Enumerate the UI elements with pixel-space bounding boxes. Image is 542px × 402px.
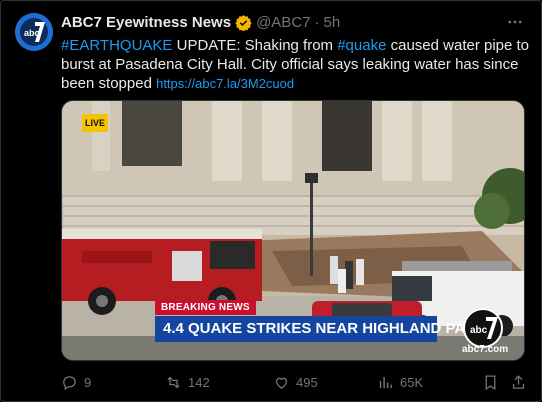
views-icon — [379, 376, 392, 388]
like-button[interactable]: 495 — [273, 373, 318, 391]
separator: · — [314, 13, 320, 31]
action-bar: 9 142 495 65K — [61, 373, 531, 391]
live-badge: LIVE — [82, 114, 108, 132]
bookmark-button[interactable] — [482, 373, 499, 391]
author-name[interactable]: ABC7 Eyewitness News — [61, 14, 231, 31]
news-headline: 4.4 QUAKE STRIKES NEAR HIGHLAND PARK — [155, 316, 487, 342]
tweet-text: #EARTHQUAKE UPDATE: Shaking from #quake … — [61, 36, 531, 93]
like-count: 495 — [296, 374, 318, 390]
reply-button[interactable]: 9 — [61, 373, 91, 391]
verified-badge-icon — [235, 14, 252, 31]
views-button[interactable]: 65K — [377, 373, 423, 391]
share-icon — [512, 374, 525, 389]
svg-text:abc: abc — [470, 325, 488, 336]
tweet-text-part1: UPDATE: Shaking from — [172, 37, 338, 54]
like-icon — [275, 377, 288, 389]
media-image[interactable]: LIVE BREAKING NEWS 4.4 QUAKE STRIKES NEA… — [61, 100, 525, 361]
tweet-link[interactable]: https://abc7.la/3M2cuod — [156, 76, 294, 91]
share-button[interactable] — [510, 373, 527, 391]
more-icon[interactable] — [505, 13, 525, 33]
hashtag-earthquake[interactable]: #EARTHQUAKE — [61, 37, 172, 54]
abc7-watermark-icon: abc — [463, 308, 503, 348]
hashtag-quake[interactable]: #quake — [337, 37, 386, 54]
abc7-logo-icon: abc — [15, 13, 53, 51]
tweet[interactable]: abc ABC7 Eyewitness News @ABC7 · 5h #EAR… — [0, 0, 542, 402]
station-url: abc7.com — [462, 344, 509, 355]
repost-count: 142 — [188, 374, 210, 390]
repost-icon — [167, 376, 180, 388]
bookmark-icon — [485, 374, 496, 390]
repost-button[interactable]: 142 — [165, 373, 210, 391]
breaking-news-label: BREAKING NEWS — [155, 300, 256, 315]
reply-count: 9 — [84, 374, 92, 390]
reply-icon — [63, 375, 76, 390]
author-handle[interactable]: @ABC7 — [256, 14, 310, 31]
views-count: 65K — [400, 374, 424, 390]
post-time[interactable]: 5h — [324, 14, 341, 31]
author-avatar[interactable]: abc — [15, 13, 53, 51]
tweet-header: ABC7 Eyewitness News @ABC7 · 5h — [61, 12, 521, 32]
